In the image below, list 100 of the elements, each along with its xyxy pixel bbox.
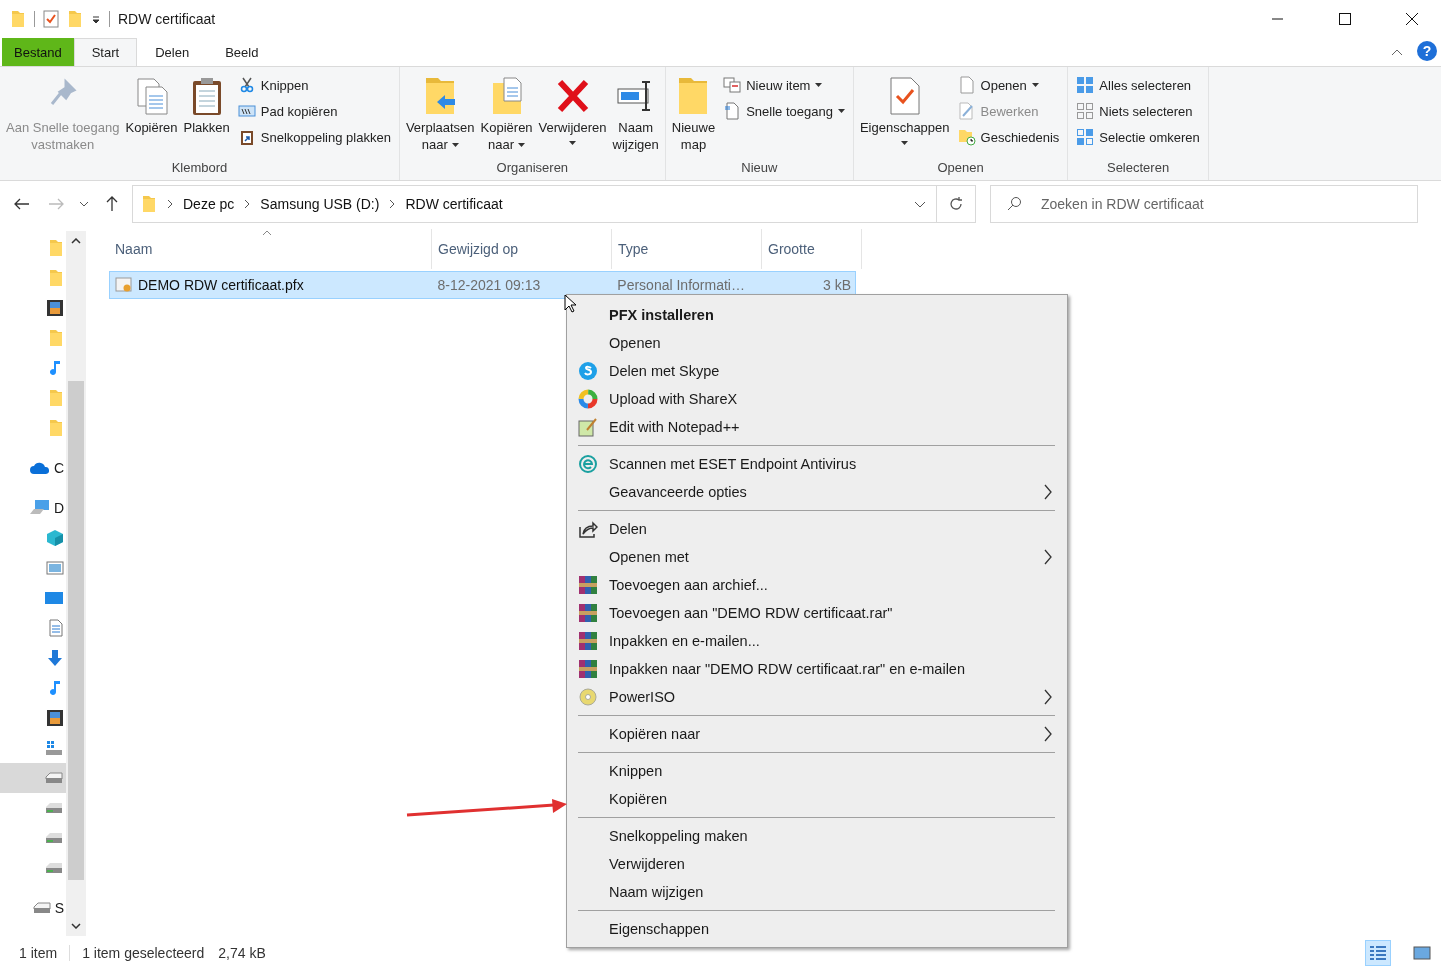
menu-item[interactable]: Delen	[567, 515, 1067, 543]
share-icon	[578, 519, 598, 539]
ribbon-button[interactable]: Niets selecteren	[1072, 99, 1204, 123]
colorful-ring-icon	[578, 389, 598, 409]
disc-icon	[578, 687, 598, 707]
menu-item[interactable]: Toevoegen aan archief...	[567, 571, 1067, 599]
document-pin-icon	[723, 102, 742, 120]
help-button[interactable]: ?	[1417, 41, 1437, 61]
monitor-icon	[44, 591, 64, 605]
menu-item[interactable]: Toevoegen aan "DEMO RDW certificaat.rar"	[567, 599, 1067, 627]
drive-icon	[44, 740, 64, 756]
drive-icon	[44, 771, 64, 785]
menu-item[interactable]: Delen met Skype	[567, 357, 1067, 385]
ribbon-button[interactable]: Pad kopiëren	[233, 99, 395, 123]
selection-info: 1 item geselecteerd	[82, 945, 205, 961]
ribbon-button[interactable]: Kopiëren naar	[478, 71, 535, 160]
drive-icon	[44, 801, 64, 815]
ribbon-tab[interactable]: Start	[73, 38, 138, 66]
details-view-button[interactable]	[1365, 940, 1391, 966]
menu-item[interactable]: Naam wijzigen	[567, 878, 1067, 906]
column-header[interactable]: Gewijzigd op	[432, 229, 612, 269]
chevron-right-icon[interactable]	[389, 199, 396, 209]
folder-clock-icon	[957, 128, 976, 146]
folder-icon	[48, 269, 64, 287]
folder-icon	[48, 239, 64, 257]
group-label: Selecteren	[1105, 160, 1171, 177]
breadcrumb[interactable]: RDW certificaat	[405, 196, 503, 212]
chevron-down-icon[interactable]	[914, 200, 926, 208]
ribbon-button[interactable]: Geschiedenis	[953, 125, 1064, 149]
table-cell-text: 3 kB	[822, 276, 852, 295]
e-circle-icon	[578, 454, 598, 474]
menu-item[interactable]: Openen met	[567, 543, 1067, 571]
dropdown-caret-icon[interactable]	[91, 14, 101, 24]
menu-item[interactable]: Upload with ShareX	[567, 385, 1067, 413]
scrollbar-thumb[interactable]	[68, 381, 84, 880]
archive-books-icon	[578, 631, 598, 651]
ribbon-button[interactable]: Alles selecteren	[1072, 73, 1204, 97]
address-bar[interactable]: Deze pc Samsung USB (D:) RDW certificaat	[132, 185, 976, 223]
window-title: RDW certificaat	[118, 11, 216, 27]
folder-icon	[48, 329, 64, 347]
drive-icon	[44, 861, 64, 875]
menu-item[interactable]: Scannen met ESET Endpoint Antivirus	[567, 450, 1067, 478]
menu-item[interactable]: PowerISO	[567, 683, 1067, 711]
search-field[interactable]: Zoeken in RDW certificaat	[990, 185, 1418, 223]
menu-item[interactable]: Knippen	[567, 757, 1067, 785]
cloud-icon	[28, 461, 51, 475]
chevron-right-icon[interactable]	[167, 199, 173, 209]
ribbon-button[interactable]: Snelle toegang	[719, 99, 849, 123]
menu-item[interactable]: Eigenschappen	[567, 915, 1067, 943]
details-list-icon	[1369, 945, 1387, 961]
navigation-item[interactable]: C	[0, 453, 66, 483]
ribbon-button[interactable]: Snelkoppeling plakken	[233, 125, 395, 149]
ribbon-button[interactable]: Naam wijzigen	[610, 71, 661, 160]
breadcrumb[interactable]: Samsung USB (D:)	[260, 196, 380, 212]
ribbon-button[interactable]: Plakken	[181, 71, 232, 160]
drive-icon	[44, 831, 64, 845]
group-label: Nieuw	[740, 160, 779, 177]
file-tab[interactable]: Bestand	[2, 38, 74, 66]
ribbon-button[interactable]: Verwijderen	[536, 71, 609, 160]
breadcrumb[interactable]: Deze pc	[183, 196, 235, 212]
skype-s-icon	[578, 361, 598, 381]
group-label: Openen	[936, 160, 985, 177]
column-header[interactable]: Grootte	[762, 229, 862, 269]
film-icon	[46, 709, 64, 727]
file-row[interactable]: DEMO RDW certificaat.pfx 8-12-2021 09:13 Personal Informati… 3 kB	[109, 271, 856, 299]
menu-item[interactable]: Geavanceerde opties	[567, 478, 1067, 506]
menu-item[interactable]: Inpakken en e-mailen...	[567, 627, 1067, 655]
group-label: Organiseren	[495, 160, 570, 177]
scrollbar[interactable]	[66, 231, 86, 936]
picture-icon	[1413, 945, 1431, 961]
selection-size: 2,74 kB	[218, 945, 266, 961]
navigation-item[interactable]: S	[0, 893, 66, 923]
film-icon	[46, 299, 64, 317]
mouse-cursor-icon	[564, 294, 578, 314]
ribbon-button[interactable]: Verplaatsen naar	[403, 71, 477, 160]
menu-item[interactable]: Snelkoppeling maken	[567, 822, 1067, 850]
column-header[interactable]: Naam	[109, 229, 432, 269]
menu-item[interactable]: Openen	[567, 329, 1067, 357]
table-cell-text: Personal Informati…	[616, 276, 746, 295]
ribbon-button[interactable]: Knippen	[233, 73, 395, 97]
ribbon-button[interactable]: Kopiëren	[123, 71, 180, 160]
ribbon-button[interactable]: Nieuwe map	[669, 71, 718, 160]
grid-icon	[1076, 102, 1095, 120]
picture-icon	[46, 561, 64, 575]
certificate-file-icon	[115, 276, 133, 294]
menu-item[interactable]: Kopiëren naar	[567, 720, 1067, 748]
menu-item[interactable]: Kopiëren	[567, 785, 1067, 813]
ribbon-button[interactable]: Nieuw item	[719, 73, 849, 97]
navigation-item[interactable]: D	[0, 493, 66, 523]
menu-item[interactable]: Verwijderen	[567, 850, 1067, 878]
ribbon-button[interactable]: Openen	[953, 73, 1064, 97]
column-header[interactable]: Type	[612, 229, 762, 269]
group-label: Klembord	[170, 160, 229, 177]
checkmark-document-icon[interactable]	[43, 10, 59, 28]
menu-item[interactable]: Edit with Notepad++	[567, 413, 1067, 441]
ribbon-button[interactable]: Eigenschappen	[857, 71, 952, 160]
search-icon	[1006, 196, 1022, 212]
ribbon-button[interactable]: Selectie omkeren	[1072, 125, 1204, 149]
menu-item[interactable]: Inpakken naar "DEMO RDW certificaat.rar" en e-mailen	[567, 655, 1067, 683]
chevron-right-icon[interactable]	[244, 199, 251, 209]
